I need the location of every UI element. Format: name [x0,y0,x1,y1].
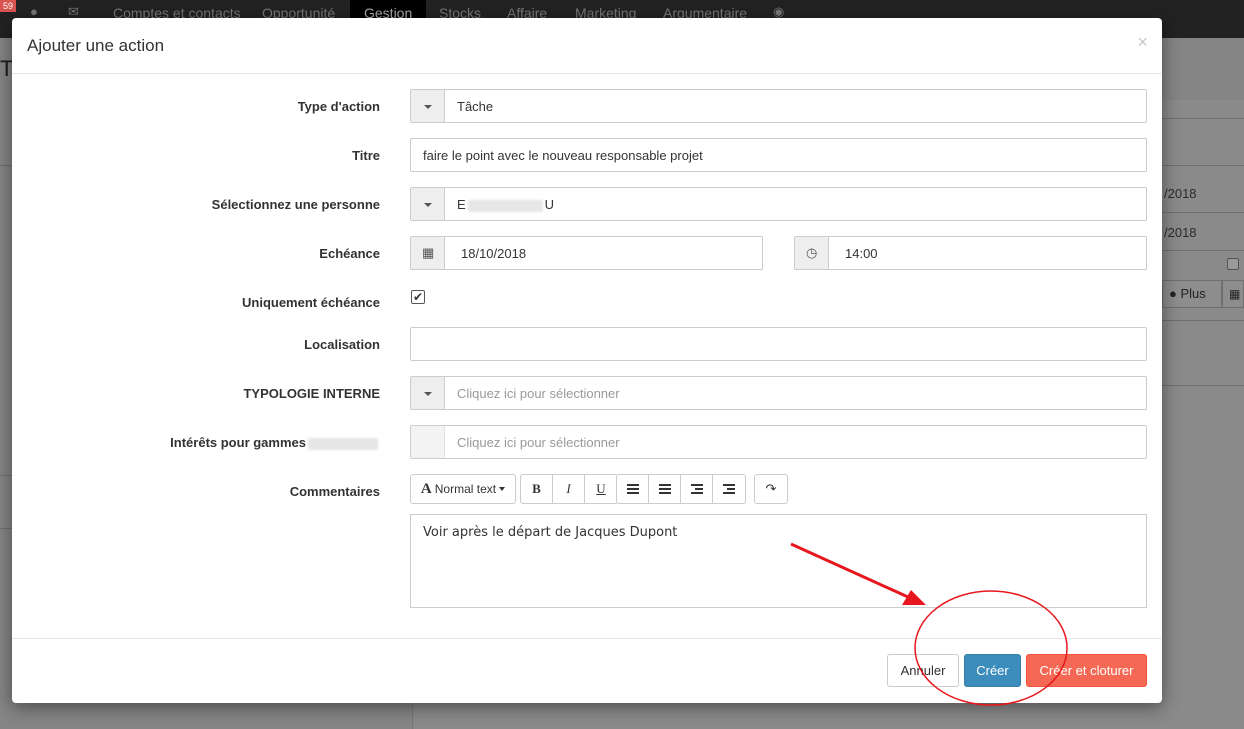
dropdown-toggle[interactable] [411,90,445,122]
echeance-date-value: 18/10/2018 [461,246,527,261]
type-action-value: Tâche [457,99,494,114]
modal-header: Ajouter une action × [12,18,1162,74]
commentaires-editor[interactable]: Voir après le départ de Jacques Dupont [410,514,1147,608]
dropdown-toggle[interactable] [411,377,445,409]
echeance-label: Echéance [319,246,380,261]
personne-label: Sélectionnez une personne [211,197,380,212]
italic-button[interactable]: I [553,475,585,503]
caret-down-icon [424,392,432,396]
interets-select[interactable]: Cliquez ici pour sélectionner [410,425,1147,459]
uniquement-echeance-label: Uniquement échéance [242,295,380,310]
calendar-addon[interactable]: ▦ [411,237,445,269]
clock-icon: ◷ [806,245,818,260]
echeance-date-input[interactable]: ▦ 18/10/2018 [410,236,763,270]
background-date-2: /2018 [1164,225,1197,240]
add-action-modal: Ajouter une action × Type d'action Tâche… [12,18,1162,703]
dropdown-toggle[interactable] [411,188,445,220]
background-plus-button[interactable]: ● Plus [1162,280,1222,308]
redacted-text [308,437,378,450]
typologie-placeholder: Cliquez ici pour sélectionner [457,386,620,401]
close-icon[interactable]: × [1137,32,1148,53]
indent-button[interactable] [713,475,745,503]
titre-value: faire le point avec le nouveau responsab… [423,148,703,163]
underline-button[interactable]: U [585,475,617,503]
misc-group: ↷ [754,474,788,504]
bold-button[interactable]: B [521,475,553,503]
caret-down-icon [424,105,432,109]
type-action-label: Type d'action [297,99,380,114]
commentaires-content: Voir après le départ de Jacques Dupont [423,525,678,540]
create-button[interactable]: Créer [964,654,1021,687]
lightbulb-icon[interactable]: ● [30,4,38,19]
list-group [616,474,746,504]
background-checkbox[interactable] [1227,258,1239,270]
outdent-icon [690,484,703,494]
numbered-list-button[interactable] [649,475,681,503]
format-group: B I U [520,474,618,504]
dropdown-toggle[interactable] [411,426,445,458]
calendar-icon: ▦ [422,245,435,260]
commentaires-label: Commentaires [289,484,380,499]
typologie-label: TYPOLOGIE INTERNE [243,386,380,401]
uniquement-echeance-checkbox[interactable]: ✔ [411,290,425,304]
text-style-dropdown[interactable]: A Normal text [411,475,515,503]
background-date-1: /2018 [1164,186,1197,201]
create-and-close-button[interactable]: Créer et cloturer [1026,654,1147,687]
echeance-time-value: 14:00 [845,246,878,261]
echeance-time-input[interactable]: ◷ 14:00 [794,236,1147,270]
interets-label: Intérêts pour gammes [12,435,380,450]
text-style-group: A Normal text [410,474,516,504]
localisation-input[interactable] [410,327,1147,361]
share-icon: ↷ [765,481,777,496]
type-action-select[interactable]: Tâche [410,89,1147,123]
redacted-name [467,199,543,212]
caret-down-icon [424,203,432,207]
personne-select[interactable]: EU [410,187,1147,221]
titre-input[interactable]: faire le point avec le nouveau responsab… [410,138,1147,172]
indent-icon [723,484,735,494]
titre-label: Titre [352,148,380,163]
notification-badge: 59 [0,0,16,12]
outdent-button[interactable] [681,475,713,503]
typologie-select[interactable]: Cliquez ici pour sélectionner [410,376,1147,410]
list-ol-icon [658,484,671,494]
personne-value: EU [457,197,555,212]
clock-addon[interactable]: ◷ [795,237,829,269]
table-icon[interactable]: ▦ [1222,280,1244,308]
redo-button[interactable]: ↷ [755,475,787,503]
font-icon: A [420,480,432,497]
caret-down-icon [499,487,506,491]
cancel-button[interactable]: Annuler [887,654,959,687]
bullet-list-button[interactable] [617,475,649,503]
interets-placeholder: Cliquez ici pour sélectionner [457,435,620,450]
modal-title: Ajouter une action [27,36,165,55]
list-ul-icon [626,484,639,494]
localisation-label: Localisation [304,337,380,352]
